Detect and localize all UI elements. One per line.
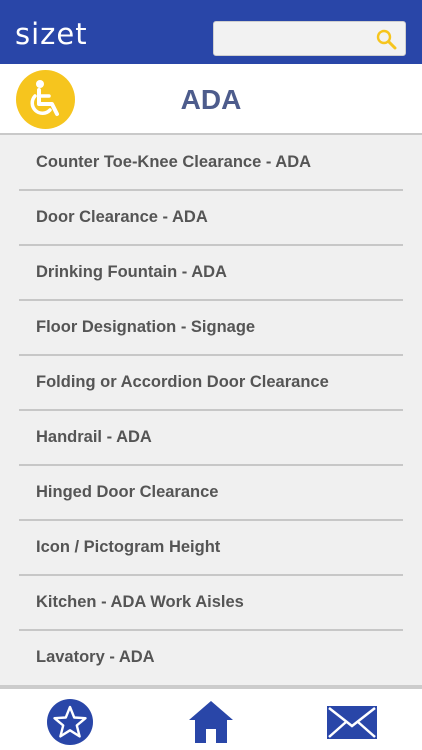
top-bar: sizet: [0, 0, 422, 64]
list-item[interactable]: Door Clearance - ADA: [19, 191, 403, 246]
list-item-label: Floor Designation - Signage: [36, 318, 256, 336]
category-header: ADA: [0, 64, 422, 135]
app-logo: sizet: [15, 17, 88, 51]
list-item-label: Drinking Fountain - ADA: [36, 263, 227, 281]
list-item-label: Counter Toe-Knee Clearance - ADA: [36, 153, 312, 171]
star-icon[interactable]: [46, 697, 94, 747]
search-box[interactable]: [213, 21, 406, 56]
list-item[interactable]: Drinking Fountain - ADA: [19, 246, 403, 301]
wheelchair-icon: [30, 80, 59, 116]
bottom-tab-bar: [0, 685, 422, 750]
list-item[interactable]: Folding or Accordion Door Clearance: [19, 356, 403, 411]
list-item[interactable]: Counter Toe-Knee Clearance - ADA: [19, 136, 403, 191]
list-item-label: Folding or Accordion Door Clearance: [36, 373, 329, 391]
list-item-label: Icon / Pictogram Height: [36, 538, 221, 556]
list-item-label: Handrail - ADA: [36, 428, 152, 446]
list-item[interactable]: Hinged Door Clearance: [19, 466, 403, 521]
list-item-label: Hinged Door Clearance: [36, 483, 219, 501]
list-item[interactable]: Kitchen - ADA Work Aisles: [19, 576, 403, 631]
search-icon[interactable]: [375, 28, 397, 50]
list-item[interactable]: Floor Designation - Signage: [19, 301, 403, 356]
list-item-label: Kitchen - ADA Work Aisles: [36, 593, 244, 611]
category-badge: [16, 70, 75, 129]
mail-icon[interactable]: [326, 697, 378, 747]
item-list[interactable]: Counter Toe-Knee Clearance - ADA Door Cl…: [0, 136, 422, 685]
home-icon[interactable]: [187, 697, 235, 747]
list-item[interactable]: Icon / Pictogram Height: [19, 521, 403, 576]
list-item-label: Door Clearance - ADA: [36, 208, 208, 226]
list-item[interactable]: Lavatory - ADA: [19, 631, 403, 685]
list-item-label: Lavatory - ADA: [36, 648, 155, 666]
list-item[interactable]: Handrail - ADA: [19, 411, 403, 466]
search-input[interactable]: [220, 26, 370, 52]
